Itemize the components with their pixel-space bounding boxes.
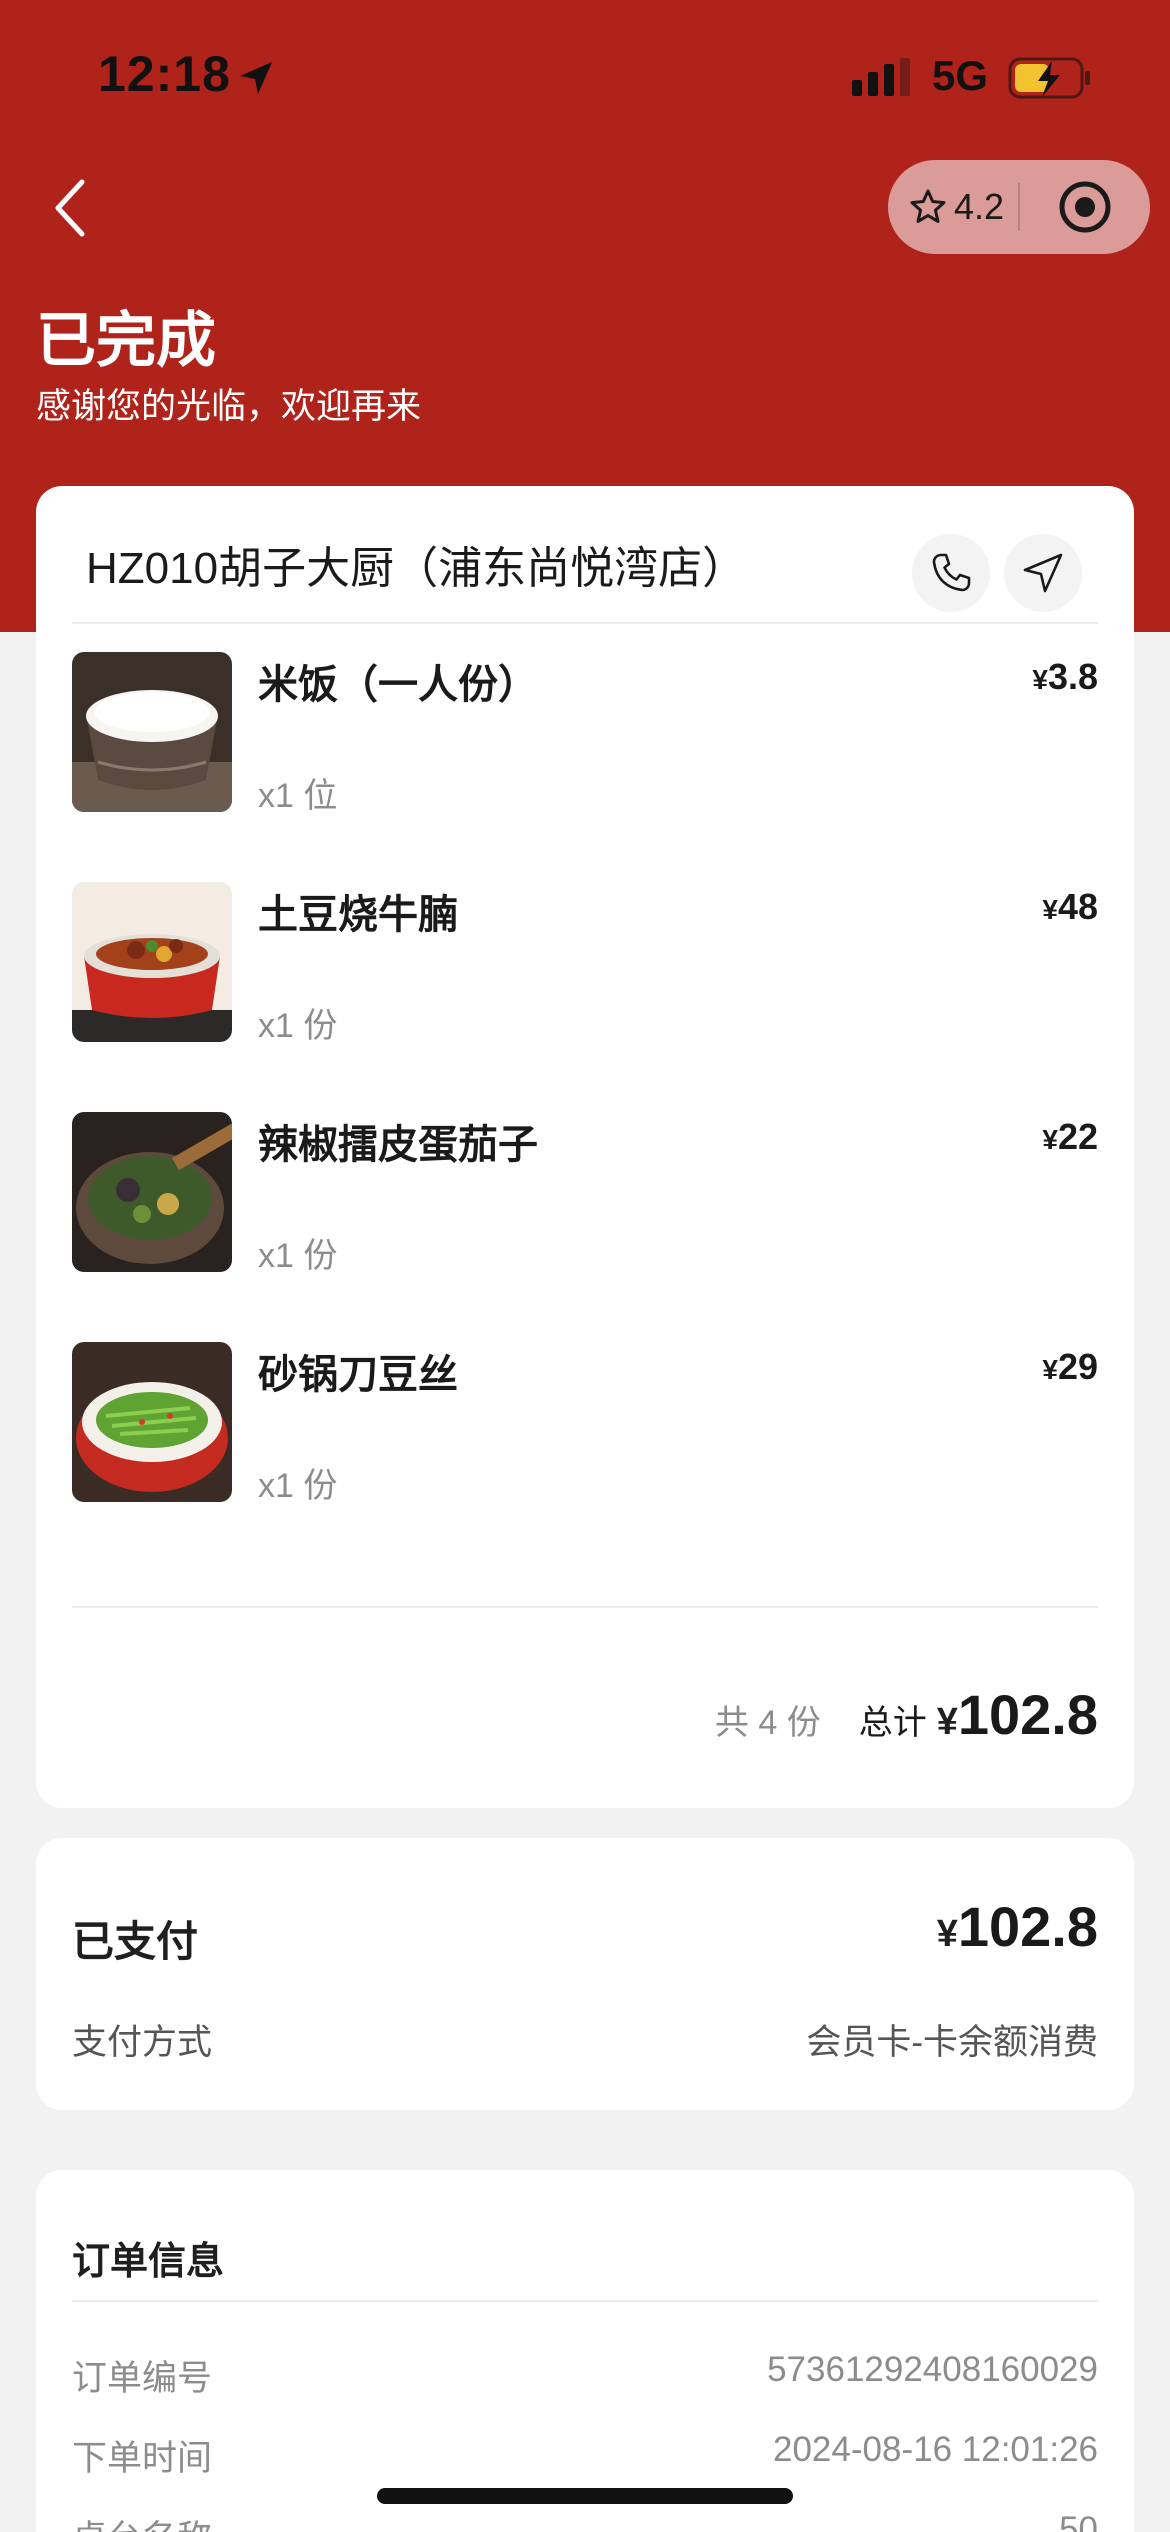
item-image-green-beans (72, 1342, 232, 1502)
payment-card: 已支付 ¥ 102.8 支付方式 会员卡-卡余额消费 (36, 1838, 1134, 2110)
paid-amount: ¥ 102.8 (937, 1894, 1098, 1959)
order-item: 米饭（一人份） x1 位 ¥3.8 (72, 652, 1098, 815)
target-circle-icon (1059, 181, 1111, 233)
mini-program-capsule: 4.2 (888, 160, 1150, 254)
rating-value: 4.2 (954, 186, 1005, 227)
item-price: ¥48 (1042, 886, 1098, 927)
order-number-label: 订单编号 (72, 2359, 213, 2398)
battery-charging-icon (1008, 57, 1090, 99)
payment-method-value: 会员卡-卡余额消费 (806, 2023, 1098, 2062)
table-name-value: 50 (1059, 2510, 1098, 2532)
chevron-left-icon (55, 179, 85, 237)
item-image-pepper-eggplant (72, 1112, 232, 1272)
navigation-arrow-icon (1023, 553, 1063, 593)
paid-currency: ¥ (936, 1913, 958, 1955)
total-amount: 102.8 (957, 1683, 1098, 1746)
item-quantity: x1 份 (258, 1467, 338, 1505)
info-divider (72, 2300, 1098, 2302)
item-image-beef-stew (72, 882, 232, 1042)
item-quantity: x1 份 (258, 1237, 338, 1275)
order-summary: 共 4 份 总计 ¥ 102.8 (715, 1682, 1098, 1747)
phone-icon (932, 553, 971, 592)
total-label: 总计 (858, 1704, 927, 1742)
location-arrow-icon (240, 62, 272, 94)
order-info-card: 订单信息 订单编号 57361292408160029 下单时间 2024-08… (36, 2170, 1134, 2532)
back-button[interactable] (40, 168, 100, 248)
signal-icon (852, 58, 910, 96)
page-subtitle: 感谢您的光临，欢迎再来 (36, 387, 422, 426)
summary-divider (72, 1606, 1098, 1608)
status-time: 12:18 (98, 46, 231, 102)
store-name: HZ010胡子大厨（浦东尚悦湾店） (86, 544, 747, 593)
item-quantity: x1 位 (258, 777, 338, 815)
paid-label: 已支付 (72, 1918, 199, 1965)
order-card: HZ010胡子大厨（浦东尚悦湾店） 米饭（一人份） x1 位 ¥3.8 土豆烧牛… (36, 486, 1134, 1808)
close-miniprogram-button[interactable] (1020, 160, 1150, 254)
status-bar: 12:18 5G (0, 0, 1170, 150)
star-icon (910, 189, 946, 223)
store-row: HZ010胡子大厨（浦东尚悦湾店） (36, 486, 1134, 624)
order-number-value[interactable]: 57361292408160029 (767, 2350, 1098, 2390)
total-currency: ¥ (936, 1701, 958, 1743)
item-name: 砂锅刀豆丝 (258, 1353, 458, 1397)
order-item: 砂锅刀豆丝 x1 份 ¥29 (72, 1342, 1098, 1505)
order-item: 土豆烧牛腩 x1 份 ¥48 (72, 882, 1098, 1045)
item-price: ¥3.8 (1032, 656, 1098, 697)
page-title: 已完成 (36, 307, 216, 374)
paid-amount-value: 102.8 (957, 1895, 1098, 1958)
call-store-button[interactable] (912, 534, 990, 612)
rating-button[interactable]: 4.2 (888, 160, 1018, 254)
navigate-store-button[interactable] (1004, 534, 1082, 612)
order-time-label: 下单时间 (72, 2439, 213, 2478)
network-label: 5G (932, 52, 989, 99)
item-count: 共 4 份 (714, 1704, 821, 1742)
payment-method-label: 支付方式 (72, 2023, 213, 2062)
item-name: 米饭（一人份） (258, 663, 538, 707)
item-price: ¥29 (1042, 1346, 1098, 1387)
store-divider (72, 622, 1098, 624)
order-info-title: 订单信息 (72, 2241, 225, 2283)
order-time-value: 2024-08-16 12:01:26 (773, 2430, 1098, 2469)
item-name: 土豆烧牛腩 (258, 893, 458, 937)
item-image-rice (72, 652, 232, 812)
home-indicator[interactable] (377, 2488, 793, 2504)
item-name: 辣椒擂皮蛋茄子 (258, 1123, 538, 1167)
item-price: ¥22 (1042, 1116, 1098, 1157)
item-quantity: x1 份 (258, 1007, 338, 1045)
table-name-label: 桌台名称 (72, 2510, 212, 2532)
order-item: 辣椒擂皮蛋茄子 x1 份 ¥22 (72, 1112, 1098, 1275)
